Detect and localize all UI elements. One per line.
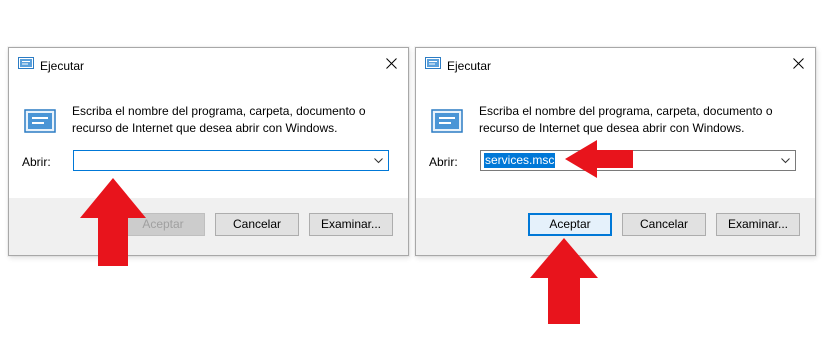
button-area: Aceptar Cancelar Examinar... (416, 198, 815, 255)
run-icon (18, 57, 34, 69)
close-button[interactable] (376, 48, 408, 80)
open-combobox[interactable]: services.msc (480, 150, 796, 171)
run-icon (425, 57, 441, 69)
description-text: Escriba el nombre del programa, carpeta,… (72, 104, 366, 135)
open-combobox[interactable] (73, 150, 389, 171)
accept-button[interactable]: Aceptar (528, 213, 612, 236)
up-arrow-annotation (80, 178, 146, 266)
browse-button[interactable]: Examinar... (716, 213, 800, 236)
open-label: Abrir: (429, 155, 458, 169)
open-input-value[interactable]: services.msc (484, 153, 556, 168)
up-arrow-annotation (530, 238, 598, 324)
run-icon (431, 109, 463, 133)
left-arrow-annotation (565, 140, 633, 178)
button-area: Aceptar Cancelar Examinar... (9, 198, 408, 255)
cancel-button[interactable]: Cancelar (622, 213, 706, 236)
window-title: Ejecutar (447, 59, 492, 73)
chevron-down-icon[interactable] (374, 158, 383, 164)
title-bar[interactable]: Ejecutar (9, 48, 408, 80)
browse-button[interactable]: Examinar... (309, 213, 393, 236)
close-button[interactable] (783, 48, 815, 80)
window-title: Ejecutar (40, 59, 85, 73)
description-text: Escriba el nombre del programa, carpeta,… (479, 104, 773, 135)
chevron-down-icon[interactable] (781, 158, 790, 164)
open-label: Abrir: (22, 155, 51, 169)
close-icon (793, 58, 804, 69)
close-icon (386, 58, 397, 69)
cancel-button[interactable]: Cancelar (215, 213, 299, 236)
run-icon (24, 109, 56, 133)
title-bar[interactable]: Ejecutar (416, 48, 815, 80)
run-dialog-empty: Ejecutar Escriba el nombre del programa,… (8, 47, 409, 256)
